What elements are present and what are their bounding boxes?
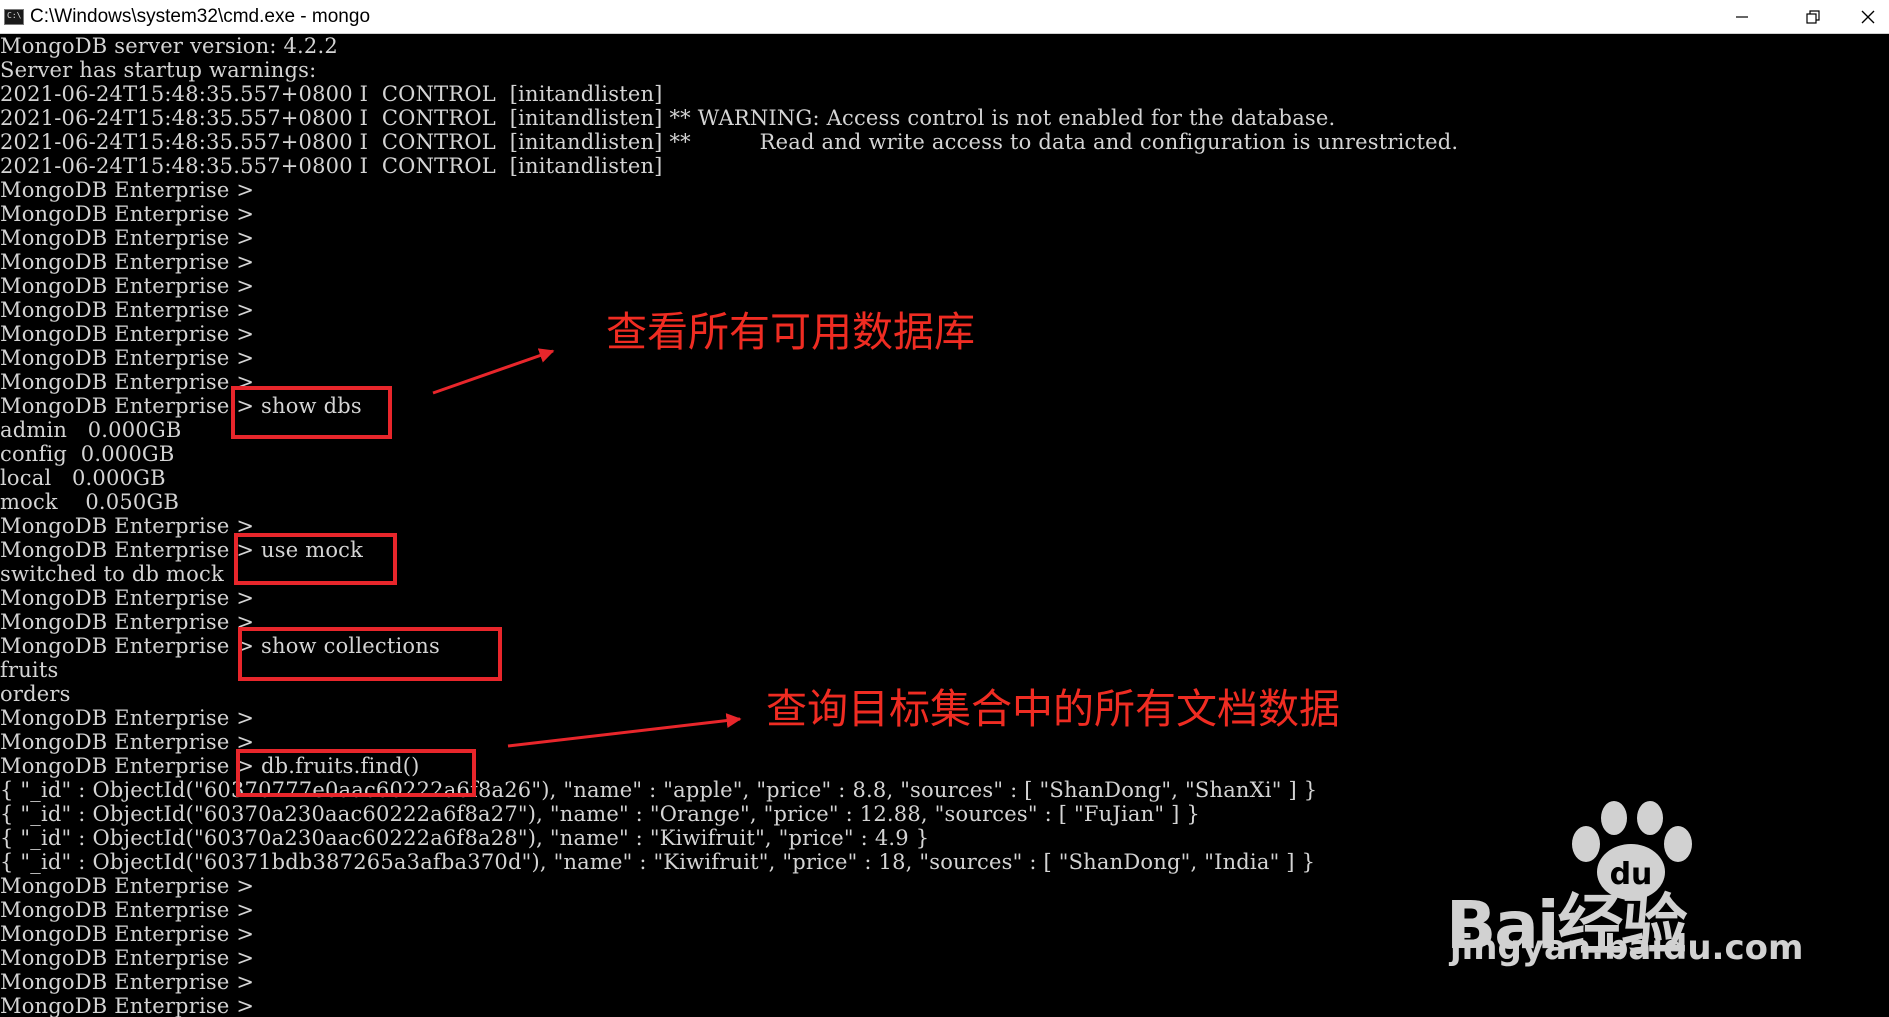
baidu-jingyan-watermark: du Bai经验 jingyan.baidu.com	[1446, 800, 1846, 985]
cmd-window: C:\ C:\Windows\system32\cmd.exe - mongo …	[0, 0, 1889, 1017]
annotation-show-dbs: 查看所有可用数据库	[606, 308, 975, 356]
arrow-to-show-dbs-note	[432, 348, 555, 395]
arrow-to-find-note	[507, 713, 742, 748]
annotation-find: 查询目标集合中的所有文档数据	[766, 685, 1340, 733]
watermark-url: jingyan.baidu.com	[1450, 928, 1804, 968]
